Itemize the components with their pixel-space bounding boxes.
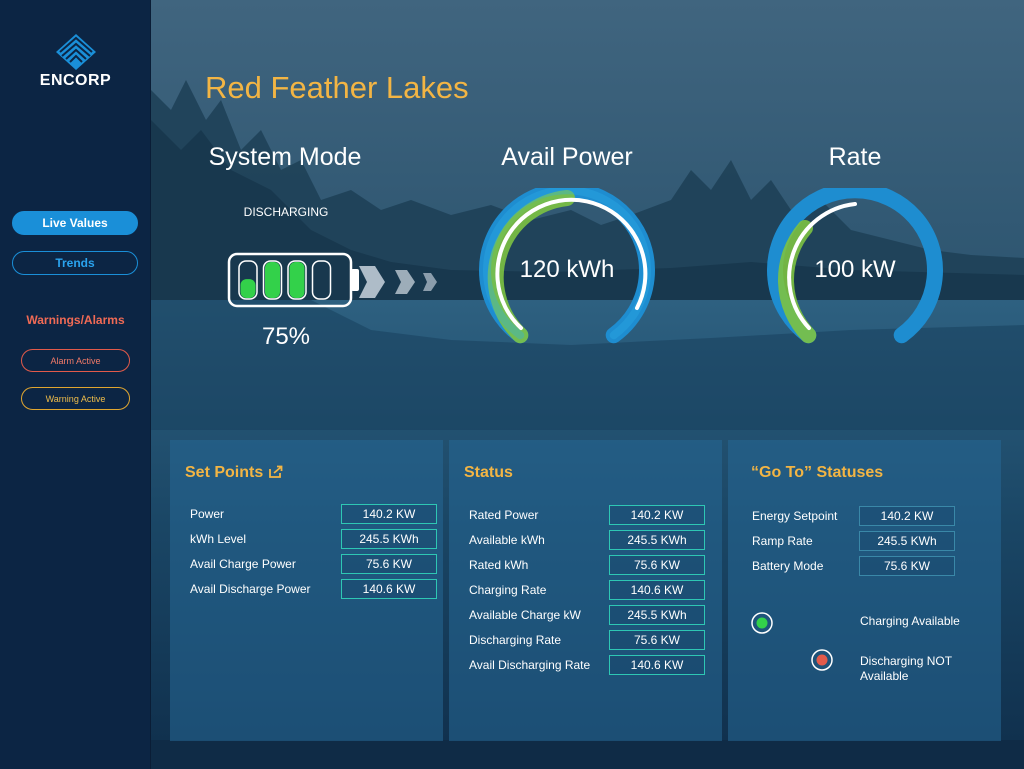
row-label: Rated kWh	[469, 558, 529, 572]
battery-charge-percent: 75%	[261, 323, 311, 350]
live-values-button[interactable]: Live Values	[12, 211, 138, 235]
row-value-field: 245.5 KWh	[609, 530, 705, 550]
rate-title: Rate	[828, 143, 882, 171]
row-value-field: 140.2 KW	[341, 504, 437, 524]
row-value-field: 75.6 KW	[609, 555, 705, 575]
charging-available-toggle[interactable]	[748, 610, 828, 636]
alarm-active-indicator[interactable]: Alarm Active	[21, 349, 130, 372]
discharging-label-line1: Discharging NOT	[860, 654, 953, 668]
status-panel: Status Rated Power 140.2 KW Available kWh 2…	[449, 440, 722, 741]
encorp-logo-icon	[55, 34, 96, 70]
row-value-field: 140.6 KW	[341, 579, 437, 599]
row-label: Charging Rate	[469, 583, 547, 597]
row-label: Battery Mode	[752, 559, 824, 573]
row-value-field: 140.2 KW	[859, 506, 955, 526]
row-label: Avail Discharge Power	[190, 582, 311, 596]
discharge-arrows-icon	[359, 266, 437, 298]
row-value-field: 75.6 KW	[609, 630, 705, 650]
warnings-alarms-heading: Warnings/Alarms	[26, 313, 125, 327]
avail-power-value: 120 kWh	[519, 256, 615, 283]
system-mode-status: DISCHARGING	[243, 205, 329, 219]
set-points-title-text: Set Points	[185, 464, 264, 481]
row-value-field: 140.6 KW	[609, 580, 705, 600]
goto-statuses-panel: “Go To” Statuses Energy Setpoint 140.2 KW…	[728, 440, 1001, 741]
encorp-logo: ENCORP	[0, 34, 151, 90]
row-label: Avail Discharging Rate	[469, 658, 591, 672]
row-value-field: 245.5 KWh	[859, 531, 955, 551]
discharging-label-line2: Available	[860, 669, 909, 683]
discharging-available-label: Discharging NOT Available	[860, 654, 952, 684]
row-value-field: 140.6 KW	[609, 655, 705, 675]
battery-cell-fill	[289, 262, 305, 298]
system-mode-title: System Mode	[208, 143, 362, 171]
rate-value: 100 kW	[814, 256, 896, 283]
logo-text: ENCORP	[39, 72, 112, 89]
row-value-field: 245.5 KWh	[609, 605, 705, 625]
row-value-field: 75.6 KW	[859, 556, 955, 576]
row-label: Discharging Rate	[469, 633, 562, 647]
row-value-field: 75.6 KW	[341, 554, 437, 574]
row-label: Ramp Rate	[752, 534, 813, 548]
external-link-icon[interactable]	[269, 465, 283, 483]
avail-power-title: Avail Power	[501, 143, 633, 171]
site-name-title: Red Feather Lakes	[205, 70, 469, 105]
row-label: Power	[190, 507, 225, 521]
set-points-title: Set Points	[185, 464, 283, 483]
goto-statuses-title: “Go To” Statuses	[751, 464, 884, 481]
row-value-field: 140.2 KW	[609, 505, 705, 525]
discharging-available-toggle[interactable]	[758, 647, 838, 673]
battery-cell-fill	[240, 279, 256, 298]
status-title: Status	[464, 464, 513, 481]
battery-cell-fill	[265, 262, 280, 298]
row-label: kWh Level	[190, 532, 247, 546]
warning-active-indicator[interactable]: Warning Active	[21, 387, 130, 410]
sidebar: ENCORP Live Values Trends Warnings/Alarm…	[0, 0, 151, 769]
battery-cell-outline	[311, 260, 332, 300]
main-content: Red Feather Lakes System Mode DISCHARGIN…	[151, 0, 1024, 769]
row-label: Rated Power	[469, 508, 539, 522]
row-label: Avail Charge Power	[190, 557, 296, 571]
row-label: Available kWh	[469, 533, 545, 547]
row-value-field: 245.5 KWh	[341, 529, 437, 549]
row-label: Available Charge kW	[469, 608, 581, 622]
row-label: Energy Setpoint	[752, 509, 838, 523]
charging-available-label: Charging Available	[860, 614, 960, 628]
set-points-panel: Set Points Power 140.2 KW kWh Level 245.5 K…	[170, 440, 443, 741]
trends-button[interactable]: Trends	[12, 251, 138, 275]
